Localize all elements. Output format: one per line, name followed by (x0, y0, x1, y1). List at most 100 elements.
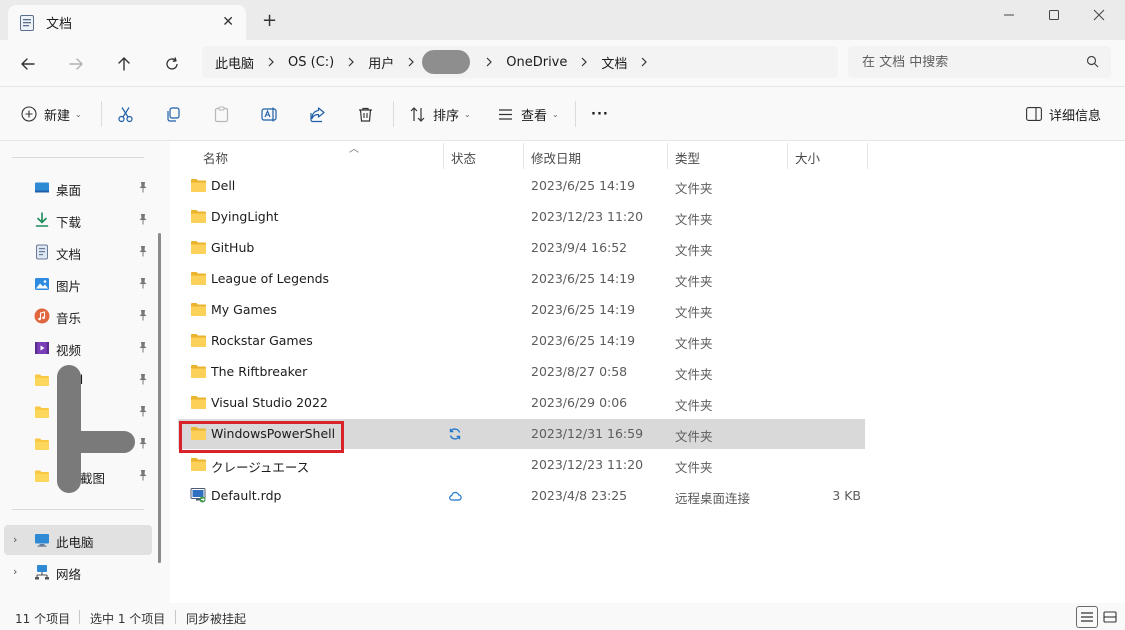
address-bar[interactable]: 此电脑 OS (C:) 用户 OneDrive 文档 (202, 46, 838, 78)
file-row[interactable]: My Games 2023/6/25 14:19 文件夹 (178, 295, 865, 325)
nav-item-desktop[interactable]: 桌面 (0, 173, 152, 203)
breadcrumb-onedrive[interactable]: OneDrive (506, 55, 567, 70)
file-row[interactable]: Visual Studio 2022 2023/6/29 0:06 文件夹 (178, 388, 865, 418)
forward-button[interactable] (64, 52, 88, 76)
refresh-button[interactable] (160, 52, 184, 76)
folder-icon (34, 468, 50, 484)
chevron-right-icon[interactable] (407, 57, 415, 67)
copy-button[interactable] (165, 101, 182, 127)
column-divider[interactable] (867, 143, 868, 169)
file-type: 文件夹 (675, 274, 713, 289)
pin-icon[interactable] (138, 341, 148, 353)
nav-item-label: 此电脑 (56, 535, 94, 550)
minimize-button[interactable] (986, 0, 1032, 30)
pin-icon[interactable] (138, 213, 148, 225)
nav-item-downloads[interactable]: 下载 (0, 205, 152, 235)
delete-button[interactable] (357, 101, 374, 127)
file-row[interactable]: Dell 2023/6/25 14:19 文件夹 (178, 171, 865, 201)
more-options-button[interactable]: ··· (591, 101, 609, 127)
column-divider[interactable] (787, 143, 788, 169)
pin-icon[interactable] (138, 277, 148, 289)
nav-item-music[interactable]: 音乐 (0, 301, 152, 331)
sort-button[interactable]: 排序 ⌄ (409, 101, 471, 127)
column-header-name[interactable]: 名称 ︿ (203, 143, 443, 171)
pin-icon[interactable] (138, 245, 148, 257)
paste-button[interactable] (213, 101, 230, 127)
file-row[interactable]: WindowsPowerShell 2023/12/31 16:59 文件夹 (178, 419, 865, 449)
tab-documents[interactable]: 文档 ✕ (8, 5, 246, 40)
pin-icon[interactable] (138, 181, 148, 193)
rename-button[interactable] (261, 101, 279, 127)
tab-title: 文档 (46, 17, 73, 32)
breadcrumb-users[interactable]: 用户 (368, 53, 394, 72)
pin-icon[interactable] (138, 469, 148, 481)
file-row[interactable]: League of Legends 2023/6/25 14:19 文件夹 (178, 264, 865, 294)
tiles-view-button[interactable] (1099, 606, 1121, 628)
details-pane-button[interactable]: 详细信息 (1026, 101, 1101, 127)
file-name[interactable]: クレージュエース (211, 457, 309, 476)
file-row[interactable]: The Riftbreaker 2023/8/27 0:58 文件夹 (178, 357, 865, 387)
file-modified-date: 2023/6/25 14:19 (531, 178, 636, 193)
search-icon[interactable] (1086, 55, 1099, 71)
chevron-right-icon[interactable] (640, 57, 648, 67)
file-row[interactable]: GitHub 2023/9/4 16:52 文件夹 (178, 233, 865, 263)
chevron-right-icon[interactable]: › (13, 533, 17, 546)
nav-item-pictures[interactable]: 图片 (0, 269, 152, 299)
new-button[interactable]: 新建 ⌄ (21, 101, 82, 127)
pin-icon[interactable] (138, 437, 148, 449)
file-modified-date: 2023/6/25 14:19 (531, 333, 636, 348)
nav-item-label: 音乐 (56, 311, 82, 326)
file-row[interactable]: Rockstar Games 2023/6/25 14:19 文件夹 (178, 326, 865, 356)
share-button[interactable] (309, 101, 326, 127)
toolbar-divider (575, 101, 576, 127)
nav-item-this-pc[interactable]: › 此电脑 (4, 525, 152, 555)
file-modified-date: 2023/4/8 23:25 (531, 488, 628, 503)
file-name[interactable]: Dell (211, 178, 235, 193)
view-button[interactable]: 查看 ⌄ (497, 101, 559, 127)
column-divider[interactable] (523, 143, 524, 169)
file-name[interactable]: Default.rdp (211, 488, 281, 503)
nav-item-documents[interactable]: 文档 (0, 237, 152, 267)
cut-button[interactable] (117, 101, 134, 127)
file-name[interactable]: Visual Studio 2022 (211, 395, 328, 410)
chevron-right-icon[interactable] (347, 57, 355, 67)
file-name[interactable]: Rockstar Games (211, 333, 313, 348)
pin-icon[interactable] (138, 405, 148, 417)
file-name[interactable]: The Riftbreaker (211, 364, 307, 379)
breadcrumb-drive-c[interactable]: OS (C:) (288, 55, 334, 70)
search-box[interactable] (848, 46, 1111, 78)
nav-scrollbar[interactable] (158, 233, 161, 563)
close-window-button[interactable] (1076, 0, 1122, 30)
column-header-modified[interactable]: 修改日期 (531, 143, 661, 171)
details-view-button[interactable] (1076, 606, 1098, 628)
search-input[interactable] (862, 54, 1062, 70)
column-divider[interactable] (443, 143, 444, 169)
column-divider[interactable] (667, 143, 668, 169)
file-name[interactable]: League of Legends (211, 271, 329, 286)
chevron-right-icon[interactable]: › (13, 565, 17, 578)
column-header-status[interactable]: 状态 (451, 143, 521, 171)
file-row[interactable]: クレージュエース 2023/12/23 11:20 文件夹 (178, 450, 865, 480)
pin-icon[interactable] (138, 309, 148, 321)
back-button[interactable] (16, 52, 40, 76)
file-name[interactable]: DyingLight (211, 209, 279, 224)
file-row[interactable]: DyingLight 2023/12/23 11:20 文件夹 (178, 202, 865, 232)
tab-close-icon[interactable]: ✕ (222, 14, 234, 30)
chevron-right-icon[interactable] (485, 57, 493, 67)
file-name[interactable]: My Games (211, 302, 277, 317)
file-row[interactable]: Default.rdp 2023/4/8 23:25 远程桌面连接 3 KB (178, 481, 865, 511)
nav-item-network[interactable]: › 网络 (0, 557, 152, 587)
pin-icon[interactable] (138, 373, 148, 385)
chevron-right-icon[interactable] (580, 57, 588, 67)
breadcrumb-documents[interactable]: 文档 (601, 53, 627, 72)
column-header-size[interactable]: 大小 (795, 143, 855, 171)
column-header-type[interactable]: 类型 (675, 143, 775, 171)
file-name[interactable]: GitHub (211, 240, 254, 255)
breadcrumb-this-pc[interactable]: 此电脑 (215, 53, 254, 72)
chevron-right-icon[interactable] (267, 57, 275, 67)
file-name[interactable]: WindowsPowerShell (211, 426, 335, 441)
nav-item-videos[interactable]: 视频 (0, 333, 152, 363)
maximize-button[interactable] (1031, 0, 1077, 30)
up-button[interactable] (112, 52, 136, 76)
new-tab-button[interactable]: + (262, 10, 277, 31)
